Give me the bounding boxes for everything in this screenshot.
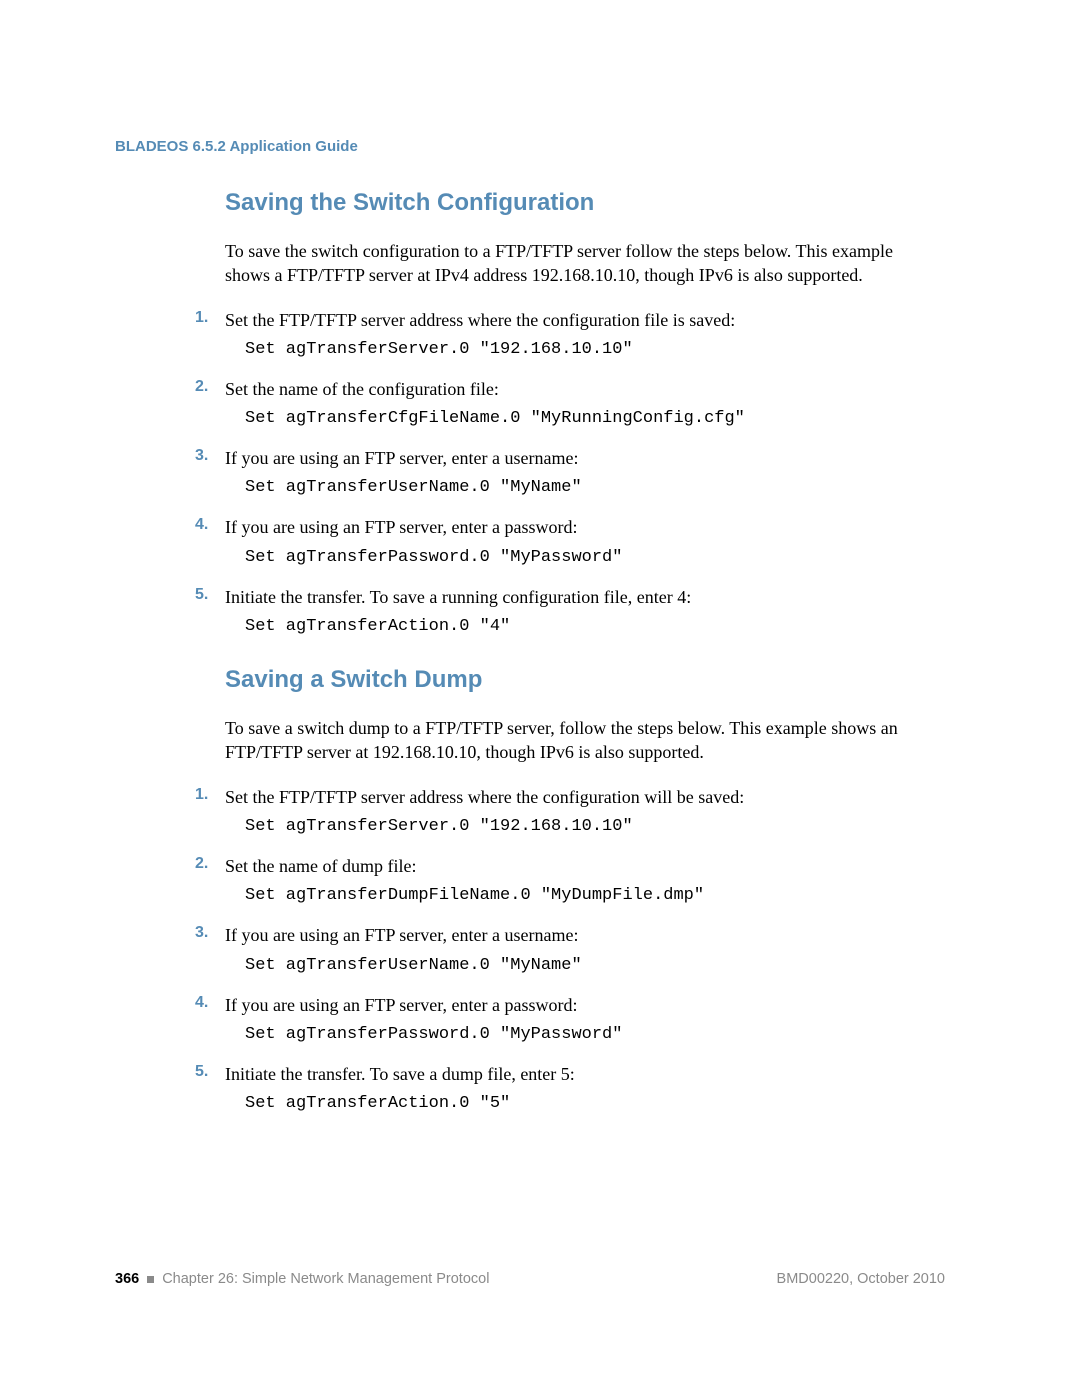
- page-footer: 366 Chapter 26: Simple Network Managemen…: [115, 1271, 945, 1287]
- step-command: Set agTransferDumpFileName.0 "MyDumpFile…: [245, 886, 935, 905]
- step-text: Set the FTP/TFTP server address where th…: [225, 308, 935, 332]
- step-number: 4.: [195, 515, 225, 566]
- step-command: Set agTransferServer.0 "192.168.10.10": [245, 817, 935, 836]
- list-item: 5. Initiate the transfer. To save a runn…: [195, 585, 935, 636]
- step-number: 4.: [195, 993, 225, 1044]
- step-number: 5.: [195, 1062, 225, 1113]
- step-command: Set agTransferServer.0 "192.168.10.10": [245, 340, 935, 359]
- step-command: Set agTransferPassword.0 "MyPassword": [245, 1025, 935, 1044]
- list-item: 2. Set the name of dump file: Set agTran…: [195, 854, 935, 905]
- step-text: Set the FTP/TFTP server address where th…: [225, 785, 935, 809]
- page-number: 366: [115, 1271, 139, 1287]
- list-item: 3. If you are using an FTP server, enter…: [195, 446, 935, 497]
- step-number: 3.: [195, 923, 225, 974]
- step-command: Set agTransferCfgFileName.0 "MyRunningCo…: [245, 409, 935, 428]
- list-item: 5. Initiate the transfer. To save a dump…: [195, 1062, 935, 1113]
- section-title-1: Saving the Switch Configuration: [225, 189, 945, 217]
- step-text: If you are using an FTP server, enter a …: [225, 446, 935, 470]
- step-command: Set agTransferUserName.0 "MyName": [245, 478, 935, 497]
- section-title-2: Saving a Switch Dump: [225, 666, 945, 694]
- step-number: 3.: [195, 446, 225, 497]
- step-number: 1.: [195, 308, 225, 359]
- chapter-label: Chapter 26: Simple Network Management Pr…: [162, 1271, 489, 1287]
- list-item: 1. Set the FTP/TFTP server address where…: [195, 785, 935, 836]
- step-text: Initiate the transfer. To save a dump fi…: [225, 1062, 935, 1086]
- section2-intro: To save a switch dump to a FTP/TFTP serv…: [225, 716, 935, 765]
- page-content: BLADEOS 6.5.2 Application Guide Saving t…: [115, 138, 945, 1131]
- step-number: 1.: [195, 785, 225, 836]
- footer-right: BMD00220, October 2010: [777, 1271, 945, 1287]
- step-number: 2.: [195, 854, 225, 905]
- list-item: 4. If you are using an FTP server, enter…: [195, 993, 935, 1044]
- list-item: 3. If you are using an FTP server, enter…: [195, 923, 935, 974]
- section1-steps: 1. Set the FTP/TFTP server address where…: [195, 308, 935, 636]
- step-number: 2.: [195, 377, 225, 428]
- list-item: 2. Set the name of the configuration fil…: [195, 377, 935, 428]
- section1-intro: To save the switch configuration to a FT…: [225, 239, 935, 288]
- step-text: If you are using an FTP server, enter a …: [225, 993, 935, 1017]
- step-command: Set agTransferAction.0 "5": [245, 1094, 935, 1113]
- step-text: Set the name of the configuration file:: [225, 377, 935, 401]
- list-item: 1. Set the FTP/TFTP server address where…: [195, 308, 935, 359]
- step-command: Set agTransferPassword.0 "MyPassword": [245, 548, 935, 567]
- step-command: Set agTransferUserName.0 "MyName": [245, 956, 935, 975]
- step-text: Set the name of dump file:: [225, 854, 935, 878]
- step-text: If you are using an FTP server, enter a …: [225, 515, 935, 539]
- step-command: Set agTransferAction.0 "4": [245, 617, 935, 636]
- footer-left: 366 Chapter 26: Simple Network Managemen…: [115, 1271, 489, 1287]
- list-item: 4. If you are using an FTP server, enter…: [195, 515, 935, 566]
- square-icon: [147, 1276, 154, 1283]
- section2-steps: 1. Set the FTP/TFTP server address where…: [195, 785, 935, 1113]
- step-text: Initiate the transfer. To save a running…: [225, 585, 935, 609]
- running-header: BLADEOS 6.5.2 Application Guide: [115, 138, 945, 155]
- step-text: If you are using an FTP server, enter a …: [225, 923, 935, 947]
- step-number: 5.: [195, 585, 225, 636]
